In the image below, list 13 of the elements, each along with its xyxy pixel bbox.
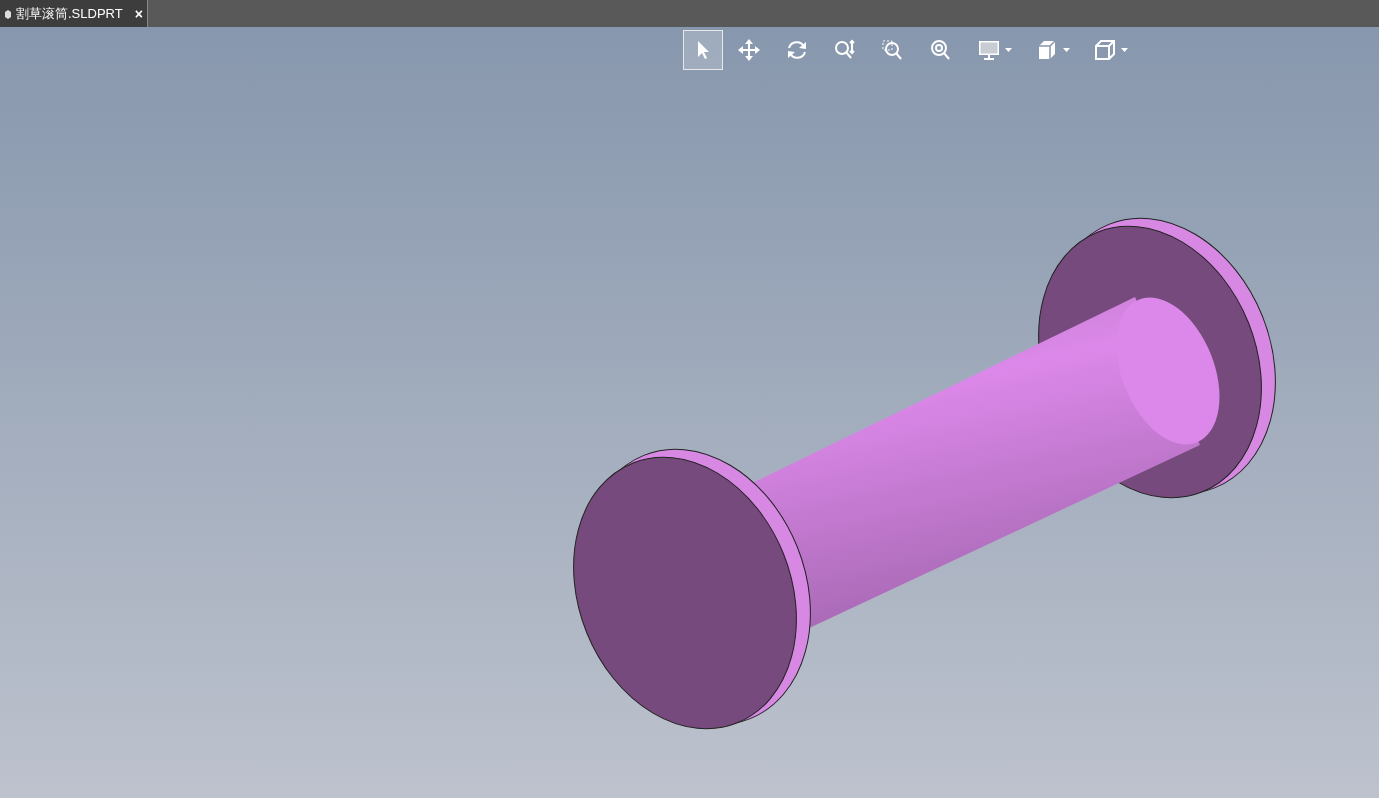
- monitor-icon: [976, 38, 1001, 62]
- tab-title: 割草滚筒.SLDPRT: [16, 4, 123, 23]
- close-tab-button[interactable]: ×: [134, 6, 143, 21]
- move-arrows-icon: [737, 38, 761, 62]
- dropdown-caret-icon: [1004, 48, 1012, 52]
- select-tool-button[interactable]: [683, 30, 723, 70]
- rotate-icon: [785, 38, 809, 62]
- zoom-area-icon: [881, 38, 905, 62]
- document-tab[interactable]: 割草滚筒.SLDPRT ×: [0, 0, 148, 27]
- dropdown-caret-icon: [1120, 48, 1128, 52]
- dropdown-caret-icon: [1062, 48, 1070, 52]
- cube-icon: [1092, 38, 1117, 62]
- zoom-fit-icon: [929, 38, 953, 62]
